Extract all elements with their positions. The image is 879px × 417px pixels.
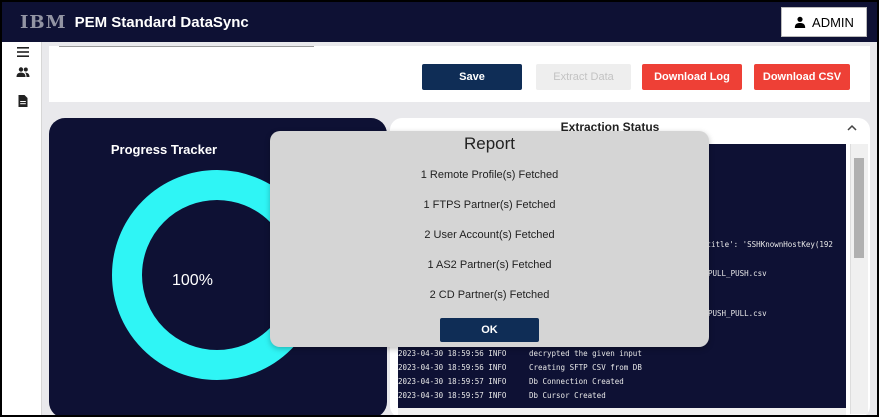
app-title: PEM Standard DataSync — [74, 13, 249, 31]
report-line: 1 Remote Profile(s) Fetched — [420, 169, 559, 181]
ok-button[interactable]: OK — [440, 318, 539, 342]
admin-user-button[interactable]: ADMIN — [781, 7, 867, 37]
log-line: 2023-04-30 18:59:56 INFO Creating SFTP C… — [398, 363, 642, 372]
input-underline — [59, 46, 314, 47]
log-line: 2023-04-30 18:59:57 INFO Db Cursor Creat… — [398, 391, 606, 400]
log-line: 2023-04-30 18:59:57 INFO Db Connection C… — [398, 377, 624, 386]
toolbar: Save Extract Data Download Log Download … — [49, 46, 870, 102]
app-header: IBM PEM Standard DataSync ADMIN — [2, 2, 877, 42]
report-dialog: Report 1 Remote Profile(s) Fetched 1 FTP… — [270, 131, 709, 347]
report-line: 2 CD Partner(s) Fetched — [429, 289, 550, 301]
log-fragment: _title': 'SSHKnownHostKey(192 — [702, 240, 833, 249]
download-log-button[interactable]: Download Log — [642, 64, 742, 90]
admin-label: ADMIN — [812, 14, 854, 30]
users-icon[interactable] — [16, 65, 30, 79]
log-fragment: PUSH_PULL.csv — [708, 309, 767, 318]
chevron-up-icon[interactable] — [846, 122, 858, 134]
log-vertical-scrollbar[interactable] — [850, 144, 868, 414]
log-line: 2023-04-30 18:59:56 INFO decrypted the g… — [398, 349, 642, 358]
log-horizontal-scrollbar[interactable] — [398, 408, 846, 415]
progress-percent: 100% — [172, 272, 213, 289]
menu-icon[interactable] — [16, 45, 30, 59]
log-fragment: PULL_PUSH.csv — [708, 269, 767, 278]
extract-data-button[interactable]: Extract Data — [536, 64, 631, 90]
person-icon — [794, 16, 806, 28]
report-line: 1 FTPS Partner(s) Fetched — [423, 199, 556, 211]
sidebar — [2, 42, 42, 415]
report-title: Report — [463, 134, 516, 153]
app-frame: IBM PEM Standard DataSync ADMIN Save Ext… — [0, 0, 879, 417]
save-button[interactable]: Save — [422, 64, 522, 90]
progress-title: Progress Tracker — [110, 142, 218, 157]
ibm-logo: IBM — [20, 11, 67, 33]
report-line: 2 User Account(s) Fetched — [424, 229, 555, 241]
report-line: 1 AS2 Partner(s) Fetched — [427, 259, 552, 271]
scrollbar-thumb[interactable] — [854, 158, 864, 258]
download-csv-button[interactable]: Download CSV — [754, 64, 850, 90]
document-icon[interactable] — [16, 94, 30, 108]
